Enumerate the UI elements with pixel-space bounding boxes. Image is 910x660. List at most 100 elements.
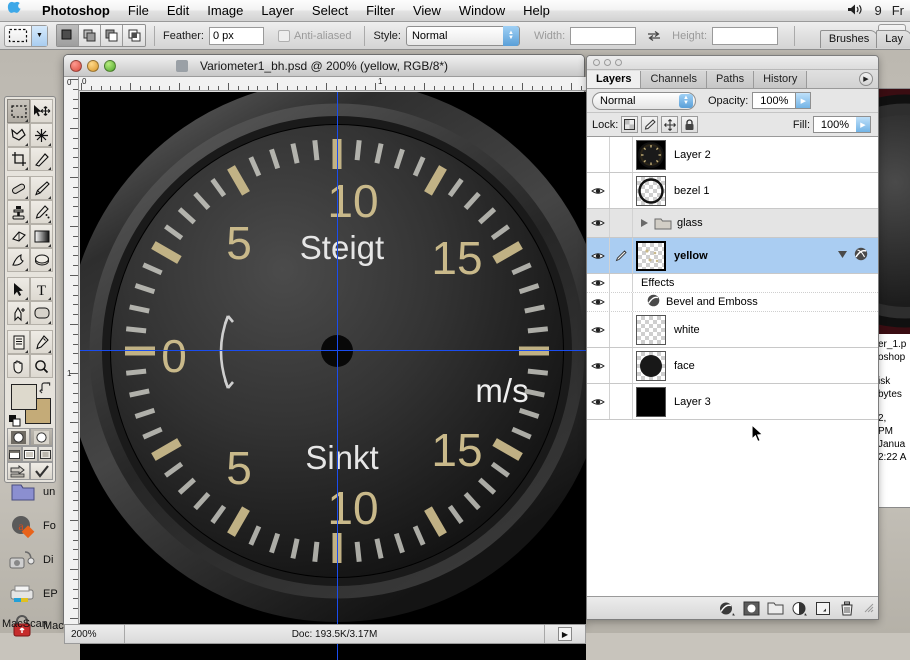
palette-title-bar[interactable]	[587, 56, 878, 70]
zoom-tool[interactable]	[30, 354, 53, 378]
menu-view[interactable]: View	[404, 1, 450, 21]
layer-visibility-toggle[interactable]	[587, 209, 610, 237]
resize-grip-icon[interactable]	[864, 603, 874, 613]
tool-preset-picker[interactable]: ▼	[4, 25, 48, 47]
standard-screen-mode-button[interactable]	[7, 446, 22, 462]
layers-list[interactable]: Layer 2 bezel 1 glass	[587, 137, 878, 597]
foreground-color-swatch[interactable]	[11, 384, 37, 410]
default-colors-icon[interactable]	[9, 415, 21, 427]
layer-visibility-toggle[interactable]	[587, 137, 610, 172]
opacity-input[interactable]: 100%	[752, 92, 796, 109]
palette-close-dot[interactable]	[593, 59, 600, 66]
menu-select[interactable]: Select	[303, 1, 357, 21]
layer-thumbnail[interactable]	[636, 387, 666, 417]
docked-tab-layers[interactable]: Lay	[876, 30, 910, 48]
intersect-selection-button[interactable]	[123, 25, 145, 46]
layer-link-toggle[interactable]	[610, 384, 633, 419]
menu-window[interactable]: Window	[450, 1, 514, 21]
layer-name[interactable]: Layer 2	[674, 149, 711, 161]
rectangular-marquee-tool[interactable]	[7, 99, 30, 123]
palette-menu-arrow-icon[interactable]: ▶	[859, 72, 873, 86]
healing-brush-tool[interactable]	[7, 176, 30, 200]
palette-zoom-dot[interactable]	[615, 59, 622, 66]
lock-image-pixels-button[interactable]	[641, 116, 658, 133]
layer-visibility-toggle[interactable]	[587, 173, 610, 208]
jump-to-imageready-icon[interactable]	[7, 462, 30, 480]
document-proxy-icon[interactable]	[176, 60, 188, 72]
screen-mode-group[interactable]	[7, 446, 53, 462]
layer-link-toggle[interactable]	[610, 173, 633, 208]
feather-input[interactable]: 0 px	[209, 27, 264, 45]
menu-filter[interactable]: Filter	[357, 1, 404, 21]
volume-icon[interactable]	[847, 3, 864, 19]
menu-help[interactable]: Help	[514, 1, 559, 21]
menu-image[interactable]: Image	[198, 1, 252, 21]
status-menu-button[interactable]: ▶	[545, 627, 585, 641]
zoom-level-field[interactable]: 200%	[65, 625, 125, 643]
slice-tool[interactable]	[30, 147, 53, 171]
layer-visibility-toggle[interactable]	[587, 384, 610, 419]
palette-minimize-dot[interactable]	[604, 59, 611, 66]
full-screen-with-menubar-button[interactable]	[22, 446, 37, 462]
apple-logo-icon[interactable]	[8, 1, 23, 21]
check-icon[interactable]	[30, 462, 53, 480]
menu-edit[interactable]: Edit	[158, 1, 198, 21]
layer-visibility-toggle[interactable]	[587, 348, 610, 383]
effects-visibility-toggle[interactable]	[587, 274, 610, 292]
type-tool[interactable]: T	[30, 277, 53, 301]
script-menu-icon[interactable]: 9	[874, 3, 881, 18]
gradient-tool[interactable]	[30, 224, 53, 248]
layer-link-toggle[interactable]	[610, 137, 633, 172]
lock-all-button[interactable]	[681, 116, 698, 133]
lock-transparent-pixels-button[interactable]	[621, 116, 638, 133]
height-input[interactable]	[712, 27, 778, 45]
zoom-button[interactable]	[104, 60, 116, 72]
table-row[interactable]: face	[587, 348, 878, 384]
close-button[interactable]	[70, 60, 82, 72]
layer-style-icon[interactable]	[854, 247, 868, 264]
new-selection-button[interactable]	[57, 25, 79, 46]
layer-link-toggle[interactable]	[610, 348, 633, 383]
tab-channels[interactable]: Channels	[641, 71, 706, 88]
swap-colors-icon[interactable]	[40, 382, 51, 396]
pen-tool[interactable]	[7, 301, 30, 325]
layer-visibility-toggle[interactable]	[587, 312, 610, 347]
docked-tab-brushes[interactable]: Brushes	[820, 30, 878, 48]
selection-mode-group[interactable]	[56, 24, 146, 47]
eraser-tool[interactable]	[7, 224, 30, 248]
notes-tool[interactable]	[7, 330, 30, 354]
anti-aliased-checkbox[interactable]	[278, 30, 290, 42]
layer-link-toggle[interactable]	[610, 238, 633, 273]
add-layer-mask-button[interactable]	[740, 599, 762, 617]
blend-mode-select[interactable]: Normal ▲▼	[592, 92, 696, 110]
table-row[interactable]: bezel 1	[587, 173, 878, 209]
mask-mode-group[interactable]	[7, 428, 53, 446]
blur-tool[interactable]	[7, 248, 30, 272]
eyedropper-tool[interactable]	[30, 330, 53, 354]
list-item[interactable]: Effects	[587, 274, 878, 293]
image-canvas[interactable]: ​ 5 10 15 0 5 10 15 Steigt Sinkt m/s	[80, 92, 586, 660]
quick-mask-mode-button[interactable]	[30, 428, 53, 446]
menu-app-name[interactable]: Photoshop	[33, 1, 119, 21]
layer-name[interactable]: yellow	[674, 250, 708, 262]
hand-tool[interactable]	[7, 354, 30, 378]
docked-palette-well[interactable]: Brushes Lay	[820, 26, 910, 48]
layer-name[interactable]: Layer 3	[674, 396, 711, 408]
jump-to-group[interactable]	[7, 462, 53, 480]
fill-input[interactable]: 100%	[813, 116, 857, 133]
lock-position-button[interactable]	[661, 116, 678, 133]
new-adjustment-layer-button[interactable]	[788, 599, 810, 617]
full-screen-mode-button[interactable]	[38, 446, 53, 462]
style-select[interactable]: Normal ▲▼	[406, 26, 520, 46]
document-title-bar[interactable]: Variometer1_bh.psd @ 200% (yellow, RGB/8…	[64, 55, 584, 77]
tab-layers[interactable]: Layers	[587, 71, 641, 88]
layer-thumbnail[interactable]	[636, 176, 666, 206]
shape-tool[interactable]	[30, 301, 53, 325]
layer-link-toggle[interactable]	[610, 312, 633, 347]
table-row[interactable]: yellow	[587, 238, 878, 274]
vertical-guide[interactable]	[337, 92, 338, 660]
input-menu-label[interactable]: Fr	[892, 3, 904, 18]
add-to-selection-button[interactable]	[79, 25, 101, 46]
anti-aliased-checkbox-group[interactable]: Anti-aliased	[278, 30, 356, 42]
minimize-button[interactable]	[87, 60, 99, 72]
